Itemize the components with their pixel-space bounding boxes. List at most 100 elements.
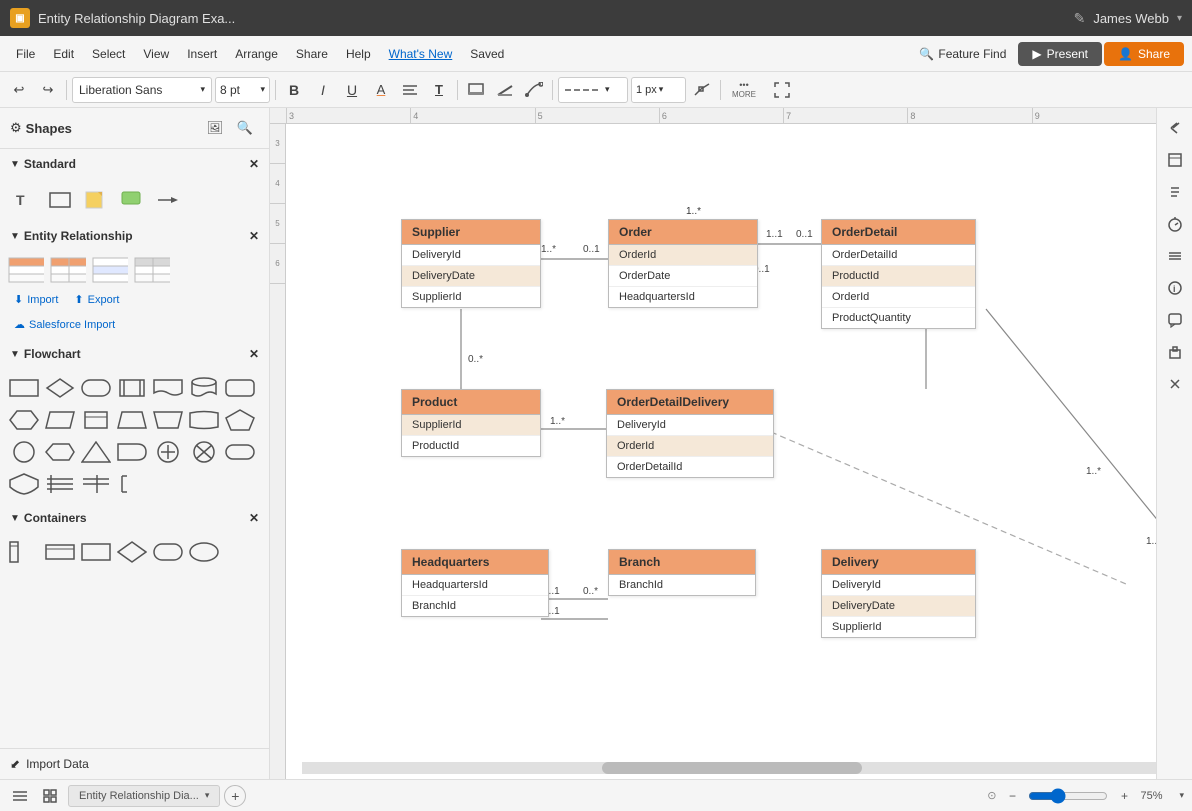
align-button[interactable] xyxy=(397,77,423,103)
menu-arrange[interactable]: Arrange xyxy=(227,43,286,65)
fc-shield[interactable] xyxy=(8,470,40,498)
plugin-panel-button[interactable] xyxy=(1161,338,1189,366)
er-table-1[interactable] xyxy=(8,256,44,284)
font-size-select[interactable]: 8 pt ▾ xyxy=(215,77,270,103)
connection-style-button[interactable] xyxy=(521,77,547,103)
present-button[interactable]: ▶ Present xyxy=(1018,42,1102,66)
standard-section-header[interactable]: ▼ Standard ✕ xyxy=(0,149,269,179)
fc-list[interactable] xyxy=(44,470,76,498)
import-data-row[interactable]: ⬋ Import Data xyxy=(0,748,269,779)
fc-delay[interactable] xyxy=(116,438,148,466)
product-entity[interactable]: Product SupplierId ProductId xyxy=(401,389,541,457)
fc-rounded-rect[interactable] xyxy=(80,374,112,402)
salesforce-import-button[interactable]: ☁ Salesforce Import xyxy=(10,316,259,333)
active-tab[interactable]: Entity Relationship Dia... ▾ xyxy=(68,785,220,807)
menu-insert[interactable]: Insert xyxy=(179,43,225,65)
edit-title-icon[interactable]: ✎ xyxy=(1074,10,1086,27)
canvas-container[interactable]: 3 4 5 6 7 8 9 3 4 5 6 1..* xyxy=(270,108,1156,779)
container-4[interactable] xyxy=(116,538,148,566)
fc-plus[interactable] xyxy=(152,438,184,466)
expand-canvas-button[interactable] xyxy=(769,77,795,103)
collapse-right-button[interactable] xyxy=(1161,114,1189,142)
font-color-button[interactable]: A xyxy=(368,77,394,103)
scrollbar-thumb[interactable] xyxy=(602,762,862,774)
containers-close-icon[interactable]: ✕ xyxy=(249,511,259,525)
waypoint-button[interactable] xyxy=(689,77,715,103)
fc-xor[interactable] xyxy=(188,438,220,466)
zoom-slider[interactable] xyxy=(1028,788,1108,804)
branch-entity[interactable]: Branch BranchId xyxy=(608,549,756,596)
fc-manual-op[interactable] xyxy=(152,406,184,434)
zoom-out-button[interactable]: − xyxy=(1000,784,1024,808)
extra-panel-button[interactable] xyxy=(1161,370,1189,398)
container-6[interactable] xyxy=(188,538,220,566)
orderdetail-entity[interactable]: OrderDetail OrderDetailId ProductId Orde… xyxy=(821,219,976,329)
font-family-select[interactable]: Liberation Sans ▾ xyxy=(72,77,212,103)
er-close-icon[interactable]: ✕ xyxy=(249,229,259,243)
line-width-select[interactable]: 1 px ▾ xyxy=(631,77,686,103)
user-menu-chevron[interactable]: ▾ xyxy=(1177,13,1182,24)
fc-bracket[interactable] xyxy=(116,470,148,498)
timer-panel-button[interactable] xyxy=(1161,210,1189,238)
horizontal-scrollbar[interactable] xyxy=(302,762,1156,774)
info-panel-button[interactable]: i xyxy=(1161,274,1189,302)
grid-view-button[interactable] xyxy=(38,784,62,808)
fc-rectangle[interactable] xyxy=(8,374,40,402)
text-format-button[interactable]: T xyxy=(426,77,452,103)
menu-view[interactable]: View xyxy=(135,43,177,65)
more-button[interactable]: ••• MORE xyxy=(726,77,762,103)
text-shape[interactable]: T xyxy=(8,184,40,216)
flowchart-section-header[interactable]: ▼ Flowchart ✕ xyxy=(0,339,269,369)
container-5[interactable] xyxy=(152,538,184,566)
fc-database[interactable] xyxy=(188,374,220,402)
fc-pentagon[interactable] xyxy=(224,406,256,434)
underline-button[interactable]: U xyxy=(339,77,365,103)
fill-button[interactable] xyxy=(463,77,489,103)
delivery-entity[interactable]: Delivery DeliveryId DeliveryDate Supplie… xyxy=(821,549,976,638)
er-table-3[interactable] xyxy=(92,256,128,284)
pages-panel-button[interactable] xyxy=(1161,178,1189,206)
fc-diamond[interactable] xyxy=(44,374,76,402)
menu-file[interactable]: File xyxy=(8,43,43,65)
export-button[interactable]: ⬆ Export xyxy=(70,291,123,308)
fc-circle[interactable] xyxy=(8,438,40,466)
feature-find-button[interactable]: 🔍 Feature Find xyxy=(909,43,1016,65)
italic-button[interactable]: I xyxy=(310,77,336,103)
add-tab-button[interactable]: + xyxy=(224,785,246,807)
stroke-color-button[interactable] xyxy=(492,77,518,103)
fc-display[interactable] xyxy=(44,438,76,466)
fc-start-end[interactable] xyxy=(224,438,256,466)
supplier-entity[interactable]: Supplier DeliveryId DeliveryDate Supplie… xyxy=(401,219,541,308)
flowchart-close-icon[interactable]: ✕ xyxy=(249,347,259,361)
fc-paper[interactable] xyxy=(152,374,184,402)
line-style-select[interactable]: ▾ xyxy=(558,77,628,103)
er-table-4[interactable] xyxy=(134,256,170,284)
bold-button[interactable]: B xyxy=(281,77,307,103)
fc-triangle[interactable] xyxy=(80,438,112,466)
menu-select[interactable]: Select xyxy=(84,43,133,65)
order-entity[interactable]: Order OrderId OrderDate HeadquartersId xyxy=(608,219,758,308)
menu-help[interactable]: Help xyxy=(338,43,379,65)
container-2[interactable] xyxy=(44,538,76,566)
menu-whats-new[interactable]: What's New xyxy=(381,43,461,65)
standard-close-icon[interactable]: ✕ xyxy=(249,157,259,171)
fc-trapezoid[interactable] xyxy=(116,406,148,434)
fc-hexagon[interactable] xyxy=(8,406,40,434)
arrow-shape[interactable] xyxy=(152,184,184,216)
share-button[interactable]: 👤 Share xyxy=(1104,42,1184,66)
fc-tape[interactable] xyxy=(188,406,220,434)
zoom-in-button[interactable]: + xyxy=(1112,784,1136,808)
sidebar-image-button[interactable]: 🖼 xyxy=(201,114,229,142)
fc-merge[interactable] xyxy=(80,470,112,498)
redo-button[interactable]: ↪ xyxy=(35,77,61,103)
layers-panel-button[interactable] xyxy=(1161,242,1189,270)
undo-button[interactable]: ↩ xyxy=(6,77,32,103)
callout-shape[interactable] xyxy=(116,184,148,216)
sidebar-search-button[interactable]: 🔍 xyxy=(231,114,259,142)
fc-rounded-rect2[interactable] xyxy=(224,374,256,402)
menu-edit[interactable]: Edit xyxy=(45,43,82,65)
fc-cylinder[interactable] xyxy=(80,406,112,434)
menu-saved[interactable]: Saved xyxy=(462,43,512,65)
containers-section-header[interactable]: ▼ Containers ✕ xyxy=(0,503,269,533)
comment-panel-button[interactable] xyxy=(1161,306,1189,334)
